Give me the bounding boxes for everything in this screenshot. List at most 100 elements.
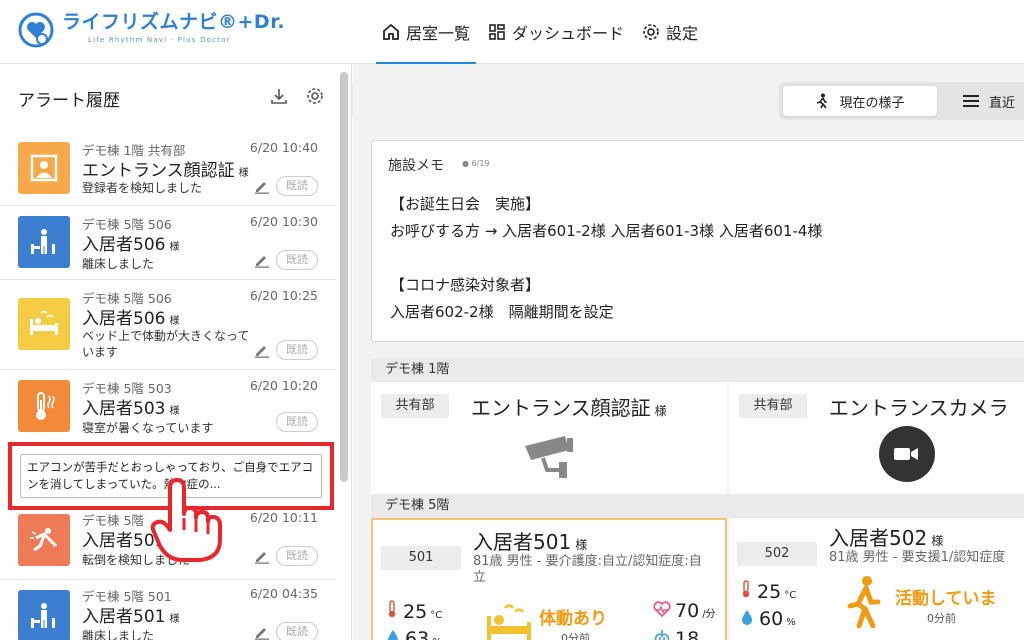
recent-view-button[interactable]: 直近 xyxy=(963,86,1015,116)
room-badge: 共有部 xyxy=(739,394,807,418)
bed-movement-icon xyxy=(487,604,531,640)
lungs-icon xyxy=(654,630,670,640)
alert-item[interactable]: デモ棟 5階 503 6/20 10:20 入居者503 様 寝室が暑くなっていま… xyxy=(0,370,336,440)
activity-status-time: 0分前 xyxy=(561,632,590,640)
memo-title: 施設メモ xyxy=(388,158,444,174)
walking-person-icon xyxy=(817,93,828,109)
fall-icon xyxy=(18,514,70,566)
alert-message: 登録者を検知しました xyxy=(82,181,203,195)
list-icon xyxy=(963,95,979,107)
room-list-area: 現在の様子 直近 施設メモ ● 6/19 【お誕生日会 実施】 お呼びする方 →… xyxy=(353,64,1024,640)
room-number: 501 xyxy=(381,546,461,570)
alert-item[interactable]: デモ棟 5階 506 6/20 10:25 入居者506 様 ベッド上で体動が大き… xyxy=(0,280,336,370)
room-badge: 共有部 xyxy=(381,394,449,418)
walking-person-icon xyxy=(847,576,881,628)
alert-name: 入居者503 様 xyxy=(82,399,180,419)
main-nav: 居室一覧 ダッシュボード 設定 xyxy=(376,0,710,65)
home-icon xyxy=(383,23,399,40)
room-humidity: 63% xyxy=(387,628,442,640)
pointing-hand-icon xyxy=(150,478,222,562)
alert-time: 6/20 10:11 xyxy=(249,510,318,525)
droplet-icon xyxy=(742,610,752,625)
floor-header: デモ棟 1階 xyxy=(371,358,1024,382)
tab-settings-label: 設定 xyxy=(666,24,699,43)
read-badge[interactable]: 既読 xyxy=(276,340,318,360)
memo-body: 【お誕生日会 実施】 お呼びする方 → 入居者601-2様 入居者601-3様 … xyxy=(390,195,823,321)
read-badge[interactable]: 既読 xyxy=(276,546,318,566)
current-status-button[interactable]: 現在の様子 xyxy=(783,86,937,116)
thermometer-icon xyxy=(742,580,750,598)
alert-list: デモ棟 1階 共有部 6/20 10:40 エントランス顔認証様 登録者を検知し… xyxy=(0,132,336,640)
room-title: エントランス顔認証様 xyxy=(471,396,667,420)
alert-item[interactable]: デモ棟 5階 501 6/20 04:35 入居者501 様 離床しました 既読 xyxy=(0,580,336,640)
tab-dashboard[interactable]: ダッシュボード xyxy=(482,0,630,64)
pencil-icon[interactable] xyxy=(254,548,270,564)
tab-rooms[interactable]: 居室一覧 xyxy=(376,0,477,65)
sidebar-scrollbar[interactable] xyxy=(340,72,348,482)
room-humidity: 60% xyxy=(741,608,796,630)
activity-status: 活動していま xyxy=(895,589,997,609)
current-status-label: 現在の様子 xyxy=(839,95,905,111)
pencil-icon[interactable] xyxy=(254,624,270,640)
room-title: エントランスカメラ xyxy=(829,396,1009,420)
resident-meta: 81歳 男性 - 要支援1/認知症度 xyxy=(829,550,1006,565)
alert-message: 離床しました xyxy=(82,257,155,271)
logo-title: ライフリズムナビ®+Dr. xyxy=(62,11,286,33)
heart-rate: 70/分 xyxy=(653,600,716,622)
resident-name: 入居者501 様 xyxy=(473,530,588,554)
heart-rate-icon xyxy=(653,601,671,617)
room-temperature: 25 °C xyxy=(387,600,442,623)
logo-subtitle: Life Rhythm Navi · Plus Doctor xyxy=(88,36,231,44)
tab-dashboard-label: ダッシュボード xyxy=(512,24,625,43)
gear-icon xyxy=(643,24,659,40)
alert-message: 離床しました xyxy=(82,629,155,640)
recent-view-label: 直近 xyxy=(989,95,1016,111)
pencil-icon[interactable] xyxy=(254,178,270,194)
tab-settings[interactable]: 設定 xyxy=(636,0,704,64)
app-header: ライフリズムナビ®+Dr. Life Rhythm Navi · Plus Do… xyxy=(0,0,1024,65)
floor-header: デモ棟 5階 xyxy=(371,494,1024,518)
room-card[interactable]: 共有部 エントランス顔認証様 xyxy=(371,382,727,494)
leave-bed-icon xyxy=(18,590,70,640)
alert-time: 6/20 10:40 xyxy=(249,140,318,155)
resident-card[interactable]: 501 入居者501 様 81歳 男性 - 要介護度:自立/認知症度:自立 25 °… xyxy=(371,518,727,640)
alert-time: 6/20 04:35 xyxy=(249,586,318,601)
resident-name: 入居者502 様 xyxy=(829,526,944,550)
alert-name: 入居者506 様 xyxy=(82,309,180,329)
app-logo[interactable]: ライフリズムナビ®+Dr. Life Rhythm Navi · Plus Do… xyxy=(16,10,285,50)
respiration-rate: 18 xyxy=(653,628,699,640)
view-toggle: 現在の様子 直近 xyxy=(779,82,1024,120)
alert-item[interactable]: デモ棟 5階 506 6/20 10:30 入居者506 様 離床しました 既読 xyxy=(0,206,336,280)
resident-card[interactable]: 502 入居者502 様 81歳 男性 - 要支援1/認知症度 25 °C 60% … xyxy=(729,518,1024,640)
alert-name: 入居者506 様 xyxy=(82,235,180,255)
room-number: 502 xyxy=(737,542,817,566)
activity-status-time: 0分前 xyxy=(927,612,956,625)
alert-message: ベッド上で体動が大きくなっています xyxy=(82,329,250,359)
alert-history-panel: アラート履歴 デモ棟 1階 共有部 6/20 10:40 エントランス顔認証様 … xyxy=(0,64,352,640)
read-badge[interactable]: 既読 xyxy=(276,250,318,270)
grid-icon xyxy=(489,24,505,40)
alert-history-title: アラート履歴 xyxy=(18,91,120,111)
droplet-icon xyxy=(388,630,398,640)
security-camera-icon xyxy=(525,436,573,478)
alert-name: 入居者501様 xyxy=(82,607,180,627)
pencil-icon[interactable] xyxy=(254,252,270,268)
read-badge[interactable]: 既読 xyxy=(276,176,318,196)
alert-time: 6/20 10:25 xyxy=(249,288,318,303)
facility-memo[interactable]: 施設メモ ● 6/19 【お誕生日会 実施】 お呼びする方 → 入居者601-2… xyxy=(371,140,1024,342)
alert-name: エントランス顔認証様 xyxy=(82,161,249,181)
alert-item[interactable]: デモ棟 1階 共有部 6/20 10:40 エントランス顔認証様 登録者を検知し… xyxy=(0,132,336,206)
read-badge[interactable]: 既読 xyxy=(276,622,318,640)
gear-icon[interactable] xyxy=(305,86,325,106)
bed-movement-icon xyxy=(18,298,70,350)
pencil-icon[interactable] xyxy=(254,342,270,358)
tab-rooms-label: 居室一覧 xyxy=(406,24,471,43)
alert-time: 6/20 10:20 xyxy=(249,378,318,393)
heart-logo-icon xyxy=(18,12,54,48)
download-icon[interactable] xyxy=(269,86,289,106)
alert-time: 6/20 10:30 xyxy=(249,214,318,229)
read-badge[interactable]: 既読 xyxy=(276,412,318,432)
activity-status: 体動あり xyxy=(539,609,607,629)
room-card[interactable]: 共有部 エントランスカメラ xyxy=(729,382,1024,494)
resident-meta: 81歳 男性 - 要介護度:自立/認知症度:自立 xyxy=(473,554,702,585)
